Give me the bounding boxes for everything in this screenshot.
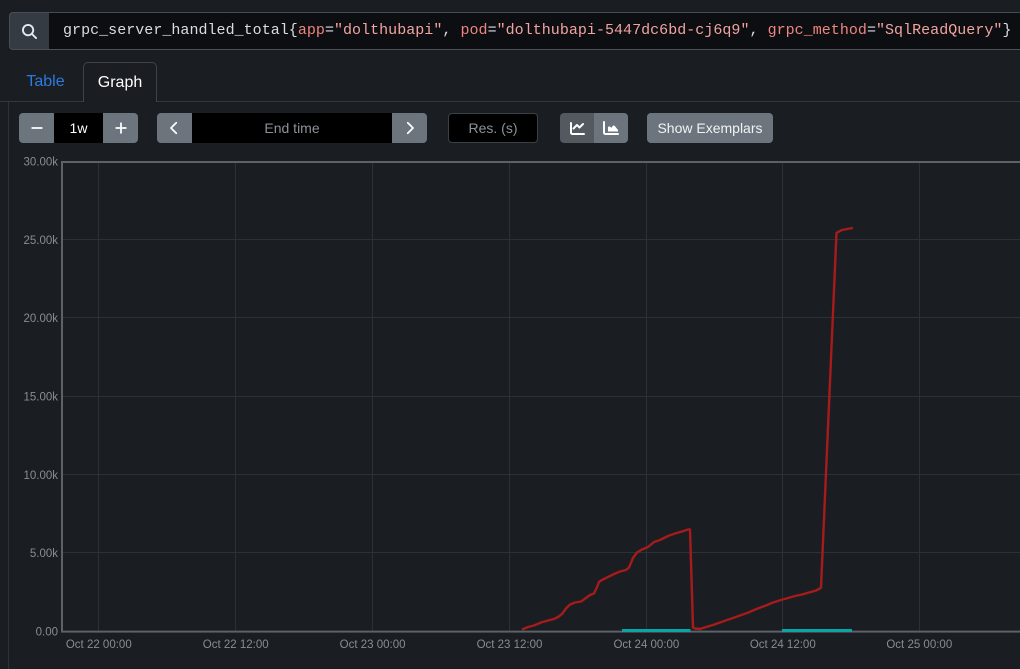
svg-text:Oct 24 00:00: Oct 24 00:00 [613,639,679,651]
svg-text:30.00k: 30.00k [23,157,58,169]
svg-text:Oct 22 00:00: Oct 22 00:00 [66,639,132,651]
svg-text:Oct 23 12:00: Oct 23 12:00 [477,639,543,651]
svg-text:Oct 24 12:00: Oct 24 12:00 [750,639,816,651]
svg-text:20.00k: 20.00k [23,313,58,325]
svg-text:Oct 23 00:00: Oct 23 00:00 [340,639,406,651]
svg-text:0.00: 0.00 [36,627,58,639]
svg-text:15.00k: 15.00k [23,392,58,404]
svg-text:Oct 25 00:00: Oct 25 00:00 [886,639,952,651]
svg-text:5.00k: 5.00k [30,548,58,560]
svg-text:25.00k: 25.00k [23,235,58,247]
svg-text:10.00k: 10.00k [23,470,58,482]
svg-text:Oct 22 12:00: Oct 22 12:00 [203,639,269,651]
